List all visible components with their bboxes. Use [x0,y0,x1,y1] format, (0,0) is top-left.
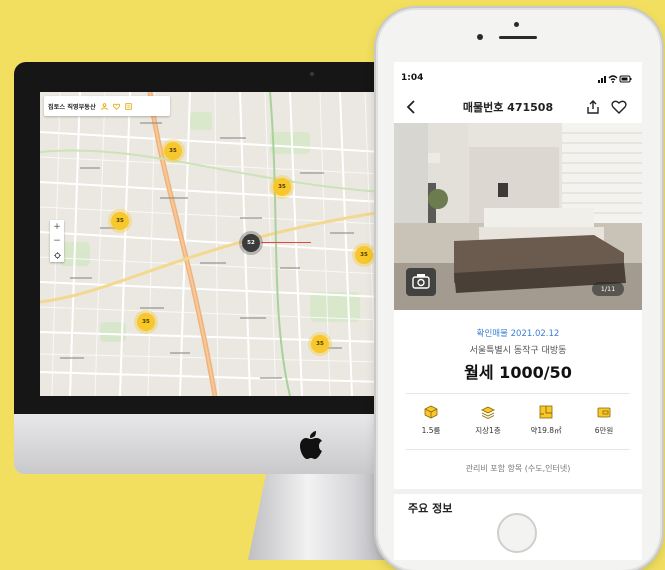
location-icon[interactable] [53,252,61,260]
cube-icon [424,405,438,419]
spec-maintenance-fee: 6만원 [580,405,628,436]
map-streets [40,92,382,396]
favorite-heart-icon[interactable] [611,100,627,114]
map-cluster-marker[interactable]: 35 [137,313,155,331]
divider [406,449,630,450]
connector-line [261,242,311,243]
brand-name: 집토스 직영부동산 [48,103,96,111]
back-arrow-icon[interactable] [404,100,418,114]
share-icon[interactable] [586,100,600,114]
listing-price: 월세 1000/50 [464,363,572,382]
phone-front-camera [477,34,483,40]
map-cluster-marker-selected[interactable]: 52 [242,234,260,252]
camera-view-icon[interactable] [406,268,436,296]
spec-floor: 지상1층 [464,405,512,436]
map-zoom-control: + − [50,220,64,262]
spec-room-type: 1.5룸 [407,405,455,436]
section-title: 주요 정보 [408,502,453,515]
list-icon[interactable] [124,102,132,110]
imac-camera [310,72,314,76]
listing-number-title: 매물번호 471508 [462,101,554,114]
zoom-in-button[interactable]: + [53,222,61,232]
listing-address: 서울특별시 동작구 대방동 [469,346,567,356]
imac-chin [14,414,406,474]
phone-speaker [499,36,537,39]
photo-pager: 1/11 [592,282,624,296]
map-view[interactable] [40,92,382,396]
apple-logo-icon [300,431,322,459]
spec-area: 약19.8㎡ [522,405,570,436]
imac-stand [248,474,398,560]
confirmed-listing-date: 확인매물 2021.02.12 [476,329,560,339]
map-cluster-marker[interactable]: 35 [164,142,182,160]
heart-icon[interactable] [112,103,120,110]
spec-label: 약19.8㎡ [530,426,562,435]
maintenance-note: 관리비 포함 항목 (수도,인터넷) [465,464,571,473]
status-icons [598,75,632,83]
spec-label: 6만원 [594,426,614,435]
map-cluster-marker[interactable]: 35 [311,335,329,353]
map-cluster-marker[interactable]: 35 [111,212,129,230]
spec-label: 지상1층 [475,426,501,435]
spec-label: 1.5룸 [421,426,441,435]
section-separator [394,489,642,494]
map-cluster-marker[interactable]: 35 [273,178,291,196]
zoom-out-button[interactable]: − [53,237,61,246]
card-icon [597,407,611,418]
phone-sensor [514,22,519,27]
layers-icon [481,406,495,419]
home-button[interactable] [497,513,537,553]
divider [406,393,630,394]
person-icon[interactable] [100,102,108,110]
map-cluster-marker[interactable]: 35 [355,246,373,264]
map-header-bar: 집토스 직영부동산 [44,96,170,116]
status-time: 1:04 [401,73,424,83]
floorplan-icon [539,405,553,419]
